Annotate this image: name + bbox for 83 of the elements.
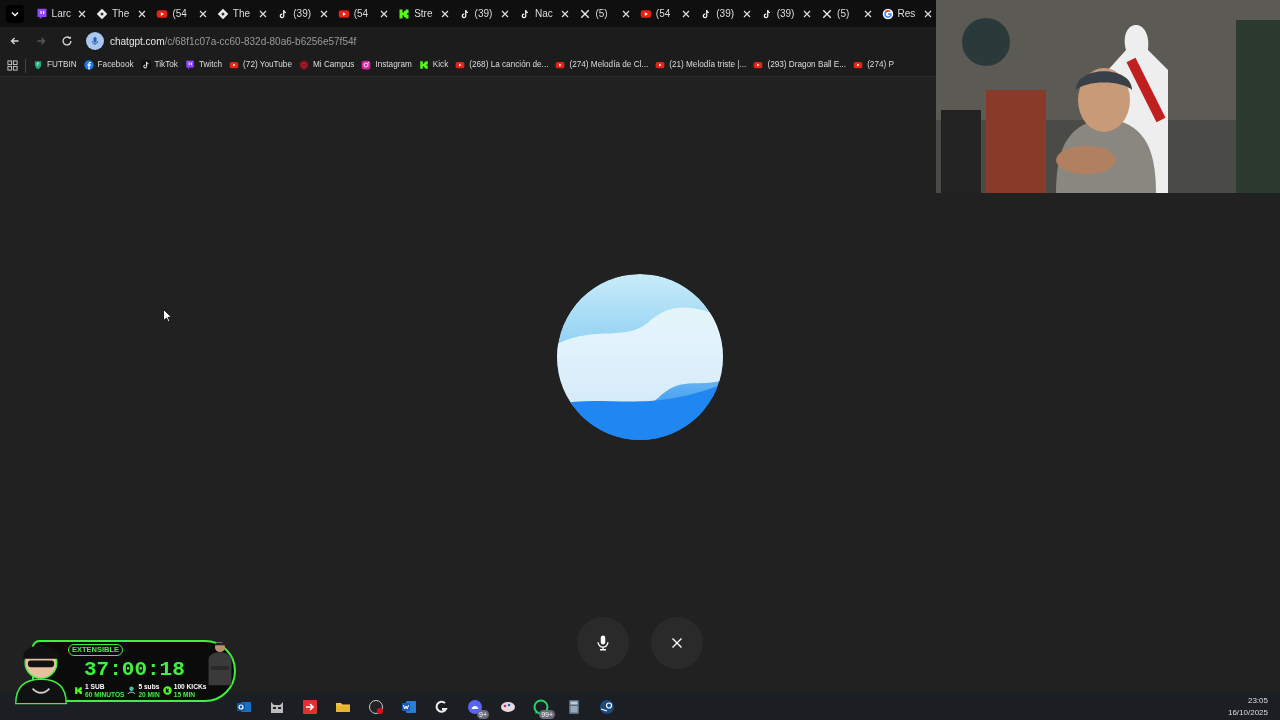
bookmark-link[interactable]: Instagram xyxy=(375,59,412,72)
browser-tab[interactable]: Nac xyxy=(512,0,574,27)
clock-date: 16/10/2025 xyxy=(1227,706,1268,719)
k-letter-icon xyxy=(398,7,411,20)
diamond-icon xyxy=(216,7,229,20)
browser-tab[interactable]: The xyxy=(90,0,151,27)
bookmark-link[interactable]: (72) YouTube xyxy=(243,59,292,72)
apps-grid-icon[interactable] xyxy=(7,60,18,71)
round-seal-icon xyxy=(298,60,309,71)
clock-time: 23:05 xyxy=(1246,694,1268,707)
k-letter-icon xyxy=(418,60,429,71)
camera-square-icon xyxy=(361,60,372,71)
play-icon xyxy=(555,60,566,71)
close-icon[interactable] xyxy=(561,9,570,18)
browser-tab[interactable]: (39) xyxy=(754,0,816,27)
steam-wheel-icon xyxy=(598,698,615,715)
browser-tab[interactable]: Res xyxy=(875,0,936,27)
chat-bubble-icon xyxy=(184,60,195,71)
browser-tab[interactable]: (54 xyxy=(633,0,695,27)
browser-tab[interactable]: (5) xyxy=(573,0,634,27)
close-icon[interactable] xyxy=(923,9,932,18)
browser-tab[interactable]: The xyxy=(210,0,272,27)
url-text: chatgpt.com/c/68f1c07a-cc60-832d-80a6-b6256e57f54f xyxy=(110,34,357,49)
play-icon xyxy=(229,60,240,71)
bookmark-link[interactable]: Twitch xyxy=(198,59,223,72)
x-letter-icon xyxy=(821,7,834,20)
play-icon xyxy=(853,60,864,71)
browser-tab[interactable]: (39) xyxy=(271,0,332,27)
play-icon xyxy=(753,60,764,71)
browser-tab[interactable]: (39) xyxy=(694,0,755,27)
countdown-timer: 37:00:18 xyxy=(84,658,185,682)
music-note-icon xyxy=(140,60,151,71)
close-icon[interactable] xyxy=(500,9,509,18)
close-icon[interactable] xyxy=(319,9,328,18)
play-icon xyxy=(655,60,666,71)
k-letter-icon xyxy=(74,686,83,695)
w-document-icon xyxy=(400,698,417,715)
bookmark-link[interactable]: (274) P xyxy=(867,59,894,72)
arrow-square-icon xyxy=(301,698,318,715)
browser-tab[interactable]: (39) xyxy=(452,0,513,27)
close-icon[interactable] xyxy=(138,9,147,18)
tab-list-button[interactable] xyxy=(6,4,24,23)
google-g-icon xyxy=(881,7,894,20)
play-icon xyxy=(337,7,350,20)
close-icon[interactable] xyxy=(259,9,268,18)
bookmark-link[interactable]: FUTBIN xyxy=(47,59,77,72)
mouse-cursor-icon xyxy=(163,309,172,323)
reload-icon[interactable] xyxy=(60,34,74,48)
bookmark-link[interactable]: TikTok xyxy=(154,59,178,72)
x-letter-icon xyxy=(579,7,592,20)
close-icon[interactable] xyxy=(621,9,630,18)
play-icon xyxy=(156,7,169,20)
browser-tab[interactable]: (54 xyxy=(331,0,393,27)
microphone-icon xyxy=(90,36,100,46)
record-circle-icon xyxy=(367,698,384,715)
browser-tab[interactable]: Larc xyxy=(29,0,90,27)
bookmark-link[interactable]: (293) Dragon Ball E... xyxy=(767,59,847,72)
g-letter-icon xyxy=(433,698,450,715)
bookmark-link[interactable]: (21) Melodía triste |... xyxy=(669,59,747,72)
bookmark-link[interactable]: (268) La canción de... xyxy=(469,59,549,72)
close-icon[interactable] xyxy=(803,9,812,18)
browser-tab[interactable]: Stre xyxy=(392,0,453,27)
bookmark-link[interactable]: Kick xyxy=(432,59,449,72)
play-icon xyxy=(639,7,652,20)
close-icon[interactable] xyxy=(78,9,86,18)
play-icon xyxy=(455,60,466,71)
close-icon[interactable] xyxy=(380,9,389,18)
bookmark-link[interactable]: Facebook xyxy=(97,59,134,72)
bookmark-link[interactable]: Mi Campus xyxy=(312,59,355,72)
close-icon[interactable] xyxy=(742,9,751,18)
browser-tab[interactable]: (54 xyxy=(150,0,211,27)
shield-icon xyxy=(33,60,43,71)
close-icon[interactable] xyxy=(198,9,207,18)
k-circle-icon xyxy=(162,686,172,695)
close-icon[interactable] xyxy=(682,9,691,18)
close-icon[interactable] xyxy=(863,9,872,18)
close-icon[interactable] xyxy=(440,9,449,18)
microphone-button[interactable] xyxy=(577,617,629,669)
bookmark-link[interactable]: (274) Melodía de Cl... xyxy=(569,59,649,72)
browser-tab[interactable]: (5) xyxy=(815,0,876,27)
diamond-icon xyxy=(96,7,108,20)
chat-bubble-icon xyxy=(35,7,48,20)
f-circle-icon xyxy=(83,60,94,71)
